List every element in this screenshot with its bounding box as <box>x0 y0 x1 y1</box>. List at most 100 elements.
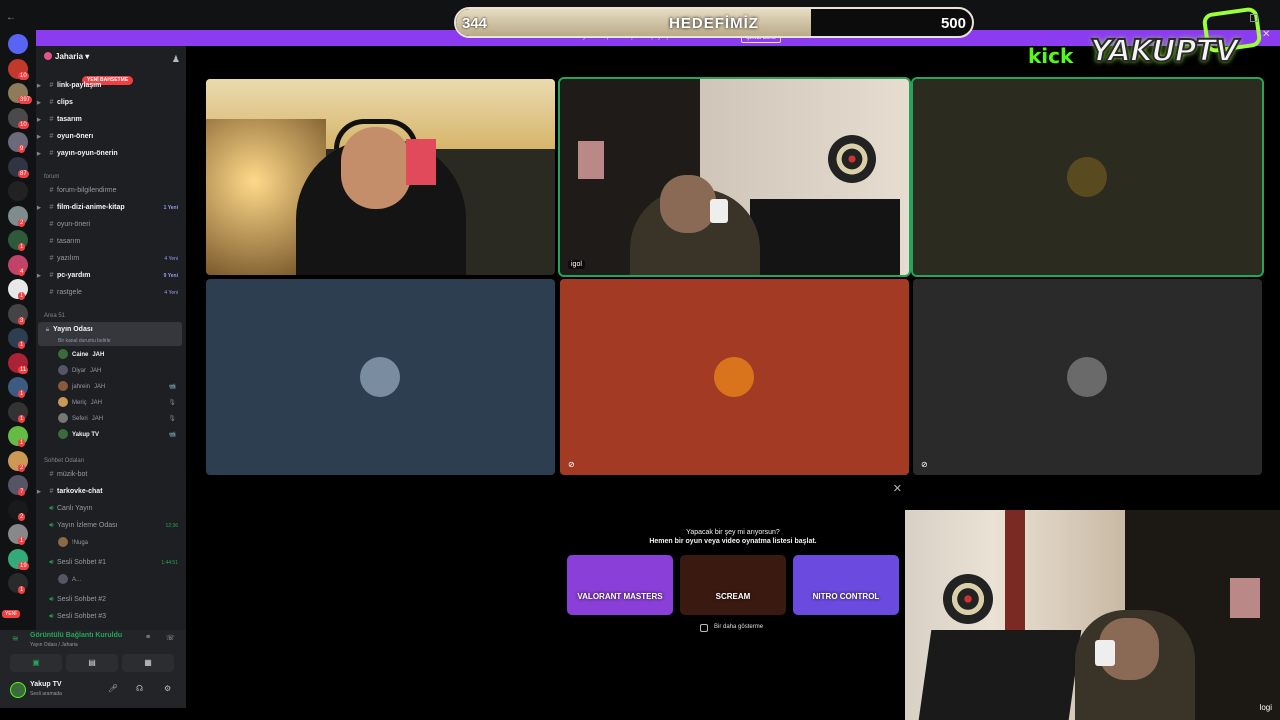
channel-sidebar: Jaharia ▾ ♟ YENİ BAHSETME ▶ # link-paylaşı… <box>36 46 186 630</box>
server-avatar[interactable] <box>8 34 28 54</box>
channel-name: yayın-oyun-önerin <box>57 150 118 157</box>
maximize-icon[interactable] <box>1250 14 1258 22</box>
channel-item[interactable]: # yazılım 4 Yeni <box>46 252 184 266</box>
channel-name: Yayın İzleme Odası <box>57 522 118 529</box>
video-tile[interactable]: ⊘ <box>560 279 909 475</box>
channel-item[interactable]: ▶ # link-paylaşım <box>37 79 184 93</box>
microphone-icon[interactable]: 🎤︎ <box>108 684 118 693</box>
channel-item[interactable]: ▶ # film-dizi-anime-kitap 1 Yeni <box>37 201 184 215</box>
channel-item[interactable]: 🔊︎ Canlı Yayın <box>46 502 184 516</box>
goal-title: HEDEFİMİZ <box>669 15 759 32</box>
member-tag: JAH <box>90 368 102 374</box>
unread-indicator-icon: ▶ <box>37 117 41 123</box>
channel-item[interactable]: ▶ # pc-yardım 9 Yeni <box>37 269 184 283</box>
activity-question: Yapacak bir şey mi arıyorsun? <box>686 529 780 536</box>
close-window-icon[interactable]: ✕ <box>1262 29 1270 40</box>
channel-item[interactable]: # forum-bilgilendirme <box>46 184 184 198</box>
disconnect-icon[interactable]: ☏ <box>166 634 175 642</box>
channel-item[interactable]: # tasarım <box>46 235 184 249</box>
server-name[interactable]: Jaharia ▾ <box>44 52 89 61</box>
user-panel: Yakup TV Sesli aramada 🎤︎ ☊ ⚙ <box>0 676 186 708</box>
channel-name: tarkovke-chat <box>57 488 103 495</box>
server-avatar[interactable] <box>8 181 28 201</box>
activity-subtitle: Hemen bir oyun veya video oynatma listes… <box>649 538 817 545</box>
voice-member[interactable]: A... <box>58 573 182 587</box>
video-tile[interactable]: ⊘ <box>913 279 1262 475</box>
channel-status-hint[interactable]: Bir kanal durumu belirle <box>58 338 111 344</box>
participant-avatar <box>714 357 754 397</box>
unread-badge: 2 <box>18 463 26 472</box>
video-tile[interactable]: igol <box>558 77 911 277</box>
channel-name: Sesli Sohbet #3 <box>57 613 107 620</box>
noise-suppression-icon[interactable]: ≡ <box>146 634 150 641</box>
voice-member[interactable]: !Nuga <box>58 536 182 550</box>
unread-badge: 1 <box>18 243 26 251</box>
member-name: Caine <box>72 352 89 358</box>
voice-member[interactable]: Seferi JAH 🎙 <box>58 412 182 426</box>
voice-channel-yayin-odasi[interactable]: 🔒︎ Yayın Odası <box>42 323 180 337</box>
unread-badge: 4 <box>18 267 26 276</box>
unread-badge: 1 <box>18 537 26 545</box>
channel-item[interactable]: # oyun-öneri <box>46 218 184 232</box>
category-sohbet[interactable]: Sohbet Odaları <box>44 458 84 464</box>
unread-indicator-icon: ▶ <box>37 489 41 495</box>
voice-member[interactable]: Caine JAH <box>58 348 182 362</box>
channel-item[interactable]: 🔊︎ Sesli Sohbet #3 <box>46 610 184 624</box>
headphones-icon[interactable]: ☊ <box>136 684 143 693</box>
hash-icon: # <box>49 204 54 211</box>
add-user-icon[interactable]: ♟ <box>172 54 180 65</box>
channel-item[interactable]: 🔊︎ Yayın İzleme Odası 12:36 <box>46 519 184 533</box>
video-tile[interactable] <box>206 79 555 275</box>
channel-item[interactable]: ▶ # yayın-oyun-önerin <box>37 147 184 161</box>
video-tile[interactable] <box>911 77 1264 277</box>
back-arrow-icon[interactable]: ← <box>6 12 16 23</box>
activity-card[interactable]: NITRO CONTROL <box>793 555 899 615</box>
signal-icon[interactable]: ≅ <box>12 634 19 643</box>
unread-indicator-icon: ▶ <box>37 151 41 157</box>
dont-show-checkbox[interactable] <box>700 624 708 632</box>
channel-name: clips <box>57 99 73 106</box>
category-forum[interactable]: forum <box>44 174 59 180</box>
channel-item[interactable]: # rastgele 4 Yeni <box>46 286 184 300</box>
new-count: 4 Yeni <box>164 290 178 296</box>
channel-item[interactable]: 🔊︎ Sesli Sohbet #2 <box>46 593 184 607</box>
member-avatar <box>58 365 68 375</box>
new-count: 9 Yeni <box>163 273 178 279</box>
gear-icon[interactable]: ⚙ <box>164 684 171 693</box>
unread-badge: 1 <box>18 414 26 423</box>
voice-member[interactable]: Meriç JAH 🎙 <box>58 396 182 410</box>
user-avatar[interactable] <box>10 682 26 698</box>
close-icon[interactable]: ✕ <box>893 482 902 495</box>
streamer-webcam-overlay: logi <box>905 510 1280 720</box>
voice-member[interactable]: Yakup TV 📹 <box>58 428 182 442</box>
voice-member[interactable]: Diyar JAH <box>58 364 182 378</box>
video-tile[interactable] <box>206 279 555 475</box>
category-area[interactable]: Area 51 <box>44 313 65 319</box>
member-name: Seferi <box>72 416 88 422</box>
member-avatar <box>58 381 68 391</box>
new-count: 4 Yeni <box>164 256 178 262</box>
webcam-monitor <box>918 630 1082 720</box>
channel-logo: kick YAKUPTV <box>1028 6 1268 86</box>
voice-member[interactable]: jahrein JAH 📹 <box>58 380 182 394</box>
activity-card[interactable]: SCREAM <box>680 555 786 615</box>
voice-status-title[interactable]: Görüntülü Bağlantı Kuruldu <box>30 632 122 639</box>
channel-item[interactable]: 🔊︎ Sesli Sohbet #1 1:44:51 <box>46 556 184 570</box>
activity-card[interactable]: VALORANT MASTERS <box>567 555 673 615</box>
channel-name: müzik-bot <box>57 471 88 478</box>
channel-item[interactable]: ▶ # clips <box>37 96 184 110</box>
video-monitor <box>750 199 900 275</box>
channel-item[interactable]: # müzik-bot <box>46 468 184 482</box>
speaker-icon: 🔊︎ <box>49 522 54 529</box>
unread-indicator-icon: ▶ <box>37 205 41 211</box>
member-avatar <box>58 537 68 547</box>
channel-item[interactable]: ▶ # oyun-önerı <box>37 130 184 144</box>
camera-button[interactable]: ▣ <box>10 654 62 672</box>
channel-item[interactable]: ▶ # tasarım <box>37 113 184 127</box>
goal-progress-bar: 344 HEDEFİMİZ 500 <box>454 7 974 38</box>
channel-item[interactable]: ▶ # tarkovke-chat <box>37 485 184 499</box>
activity-button[interactable]: ▦ <box>122 654 174 672</box>
logo-name-text: YAKUPTV <box>1089 33 1239 70</box>
member-tag: JAH <box>94 384 106 390</box>
screen-share-button[interactable]: ▤ <box>66 654 118 672</box>
